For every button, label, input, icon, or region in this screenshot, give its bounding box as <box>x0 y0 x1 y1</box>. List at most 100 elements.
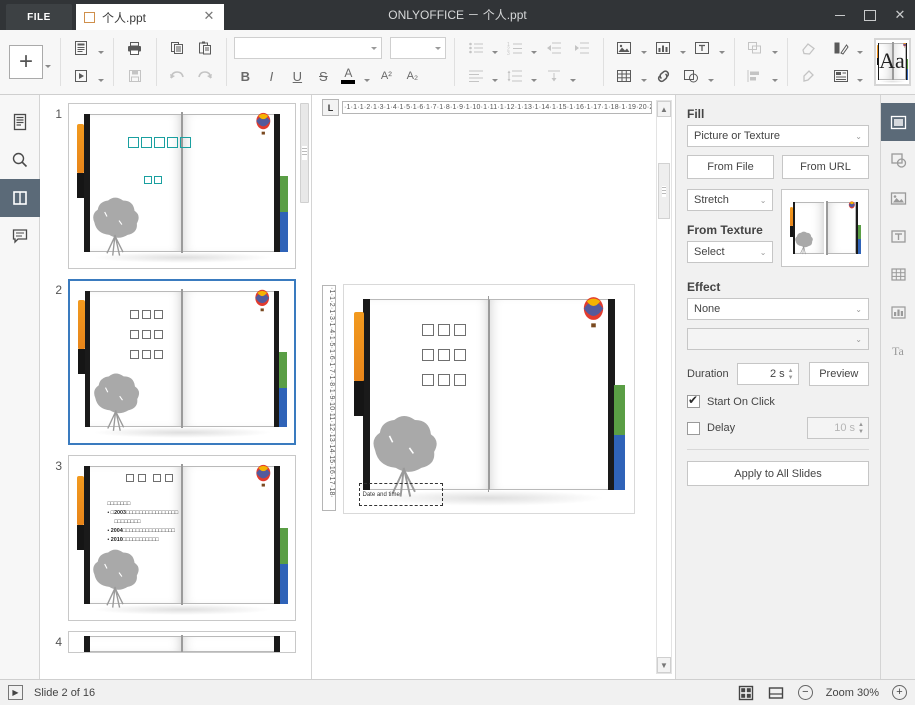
from-file-button[interactable]: From File <box>687 155 774 179</box>
list-item[interactable]: 3 □□□□□□□ • □2003□□□□□□□□□□□□□□□□ □□□□□□… <box>40 455 311 631</box>
from-url-button[interactable]: From URL <box>782 155 869 179</box>
insert-chart-icon[interactable] <box>650 37 676 59</box>
bullets-icon[interactable] <box>463 37 489 59</box>
delay-row[interactable]: Delay 10 s ▲ ▼ <box>687 417 869 439</box>
save-icon[interactable] <box>122 65 148 87</box>
scroll-up-icon[interactable]: ▲ <box>657 101 671 117</box>
apply-to-all-slides-button[interactable]: Apply to All Slides <box>687 461 869 486</box>
slide-canvas[interactable]: Date and time <box>344 285 634 513</box>
insert-image-icon[interactable] <box>611 37 637 59</box>
texture-select[interactable]: Select ⌄ <box>687 241 774 263</box>
panel-table-settings[interactable] <box>881 255 915 293</box>
sidebar-item-search[interactable] <box>0 141 40 179</box>
effect-option-select[interactable]: ⌄ <box>687 328 869 350</box>
start-slideshow-button[interactable]: ▶ <box>8 685 23 700</box>
line-spacing-dropdown-icon[interactable] <box>530 65 539 87</box>
minimize-button[interactable] <box>825 0 855 30</box>
slide-thumbnail-panel[interactable]: 1 2 3 □□□□□□□ • □2003□□□□□□□□□□□□□□□□ □□… <box>40 95 312 679</box>
zoom-in-button[interactable]: + <box>892 685 907 700</box>
print-icon[interactable] <box>122 37 148 59</box>
scrollbar-thumb[interactable] <box>658 163 670 219</box>
slide-size-dropdown-icon[interactable] <box>856 65 865 87</box>
add-slide-button[interactable] <box>9 45 43 79</box>
align-dropdown-icon[interactable] <box>491 65 500 87</box>
stretch-select[interactable]: Stretch ⌄ <box>687 189 774 211</box>
slide-layout-icon[interactable] <box>68 37 94 59</box>
arrange-dropdown-icon[interactable] <box>770 37 779 59</box>
theme-preview-button[interactable]: Aa <box>873 38 911 86</box>
slide-thumbnail-2[interactable] <box>68 279 296 445</box>
color-scheme-dropdown-icon[interactable] <box>856 37 865 59</box>
slide-layout-dropdown-icon[interactable] <box>96 37 105 59</box>
font-color-button[interactable]: A <box>338 67 358 84</box>
insert-textbox-dropdown-icon[interactable] <box>717 37 726 59</box>
copy-style-icon[interactable] <box>796 65 822 87</box>
add-slide-dropdown-icon[interactable] <box>43 51 52 73</box>
scroll-down-icon[interactable]: ▼ <box>657 657 671 673</box>
fill-preview[interactable] <box>781 189 869 267</box>
copy-icon[interactable] <box>164 37 190 59</box>
zoom-out-button[interactable]: − <box>797 685 813 700</box>
color-scheme-icon[interactable] <box>828 37 854 59</box>
insert-shape-dropdown-icon[interactable] <box>706 65 715 87</box>
slide-thumbnail-1[interactable] <box>68 103 296 269</box>
arrange-icon[interactable] <box>742 37 768 59</box>
transition-dropdown-icon[interactable] <box>96 65 105 87</box>
underline-button[interactable]: U <box>286 66 308 86</box>
subscript-button[interactable]: A₂ <box>401 66 423 86</box>
panel-slide-settings[interactable] <box>880 103 915 141</box>
bold-button[interactable]: B <box>234 66 256 86</box>
stepper-arrows-icon[interactable]: ▲ ▼ <box>788 368 794 381</box>
redo-icon[interactable] <box>192 65 218 87</box>
fill-type-select[interactable]: Picture or Texture ⌄ <box>687 125 869 147</box>
numbering-dropdown-icon[interactable] <box>530 37 539 59</box>
notes-view-icon[interactable] <box>768 684 785 701</box>
tab-stop-selector[interactable]: L <box>322 99 339 116</box>
paste-icon[interactable] <box>192 37 218 59</box>
chevron-down-icon[interactable] <box>435 47 441 50</box>
start-on-click-checkbox[interactable] <box>687 393 700 408</box>
increase-indent-icon[interactable] <box>569 37 595 59</box>
font-name-input[interactable] <box>234 37 383 59</box>
vertical-align-dropdown-icon[interactable] <box>569 65 578 87</box>
chevron-down-icon[interactable] <box>371 47 377 50</box>
slide-thumbnail-4[interactable] <box>68 631 296 653</box>
italic-button[interactable]: I <box>260 66 282 86</box>
horizontal-ruler[interactable]: ·1·1·1·2·1·3·1·4·1·5·1·6·1·7·1·8·1·9·1·1… <box>342 101 652 114</box>
hyperlink-icon[interactable] <box>650 65 676 87</box>
date-and-time-placeholder[interactable]: Date and time <box>358 483 443 507</box>
sidebar-item-slide-settings[interactable] <box>0 179 40 217</box>
font-size-input[interactable] <box>390 37 447 59</box>
normal-view-icon[interactable] <box>738 684 755 701</box>
panel-shape-settings[interactable] <box>881 141 915 179</box>
bullets-dropdown-icon[interactable] <box>491 37 500 59</box>
slide-editing-area[interactable]: L ·1·1·1·2·1·3·1·4·1·5·1·6·1·7·1·8·1·9·1… <box>312 95 675 679</box>
line-spacing-icon[interactable] <box>502 65 528 87</box>
slide-size-icon[interactable] <box>828 65 854 87</box>
list-item[interactable]: 2 <box>40 279 311 455</box>
duration-stepper[interactable]: 2 s ▲ ▼ <box>736 363 799 385</box>
numbering-icon[interactable]: 123 <box>502 37 528 59</box>
insert-table-dropdown-icon[interactable] <box>639 65 648 87</box>
undo-icon[interactable] <box>164 65 190 87</box>
superscript-button[interactable]: A² <box>375 66 397 86</box>
zoom-level-label[interactable]: Zoom 30% <box>826 687 879 699</box>
effect-select[interactable]: None ⌄ <box>687 298 869 320</box>
list-item[interactable]: 4 <box>40 631 311 663</box>
decrease-indent-icon[interactable] <box>541 37 567 59</box>
strikethrough-button[interactable]: S <box>312 66 334 86</box>
insert-shape-icon[interactable] <box>678 65 704 87</box>
file-menu-button[interactable]: FILE <box>6 4 72 30</box>
preview-button[interactable]: Preview <box>808 362 869 386</box>
close-tab-icon[interactable]: ✕ <box>202 9 216 24</box>
maximize-button[interactable] <box>855 0 885 30</box>
sidebar-item-comments[interactable] <box>0 217 40 255</box>
insert-image-dropdown-icon[interactable] <box>639 37 648 59</box>
stepper-arrows-icon[interactable]: ▲ ▼ <box>858 422 864 435</box>
sidebar-item-outline[interactable] <box>0 103 40 141</box>
insert-chart-dropdown-icon[interactable] <box>678 37 687 59</box>
insert-textbox-icon[interactable] <box>689 37 715 59</box>
transition-icon[interactable] <box>68 65 94 87</box>
panel-image-settings[interactable] <box>881 179 915 217</box>
insert-table-icon[interactable] <box>611 65 637 87</box>
